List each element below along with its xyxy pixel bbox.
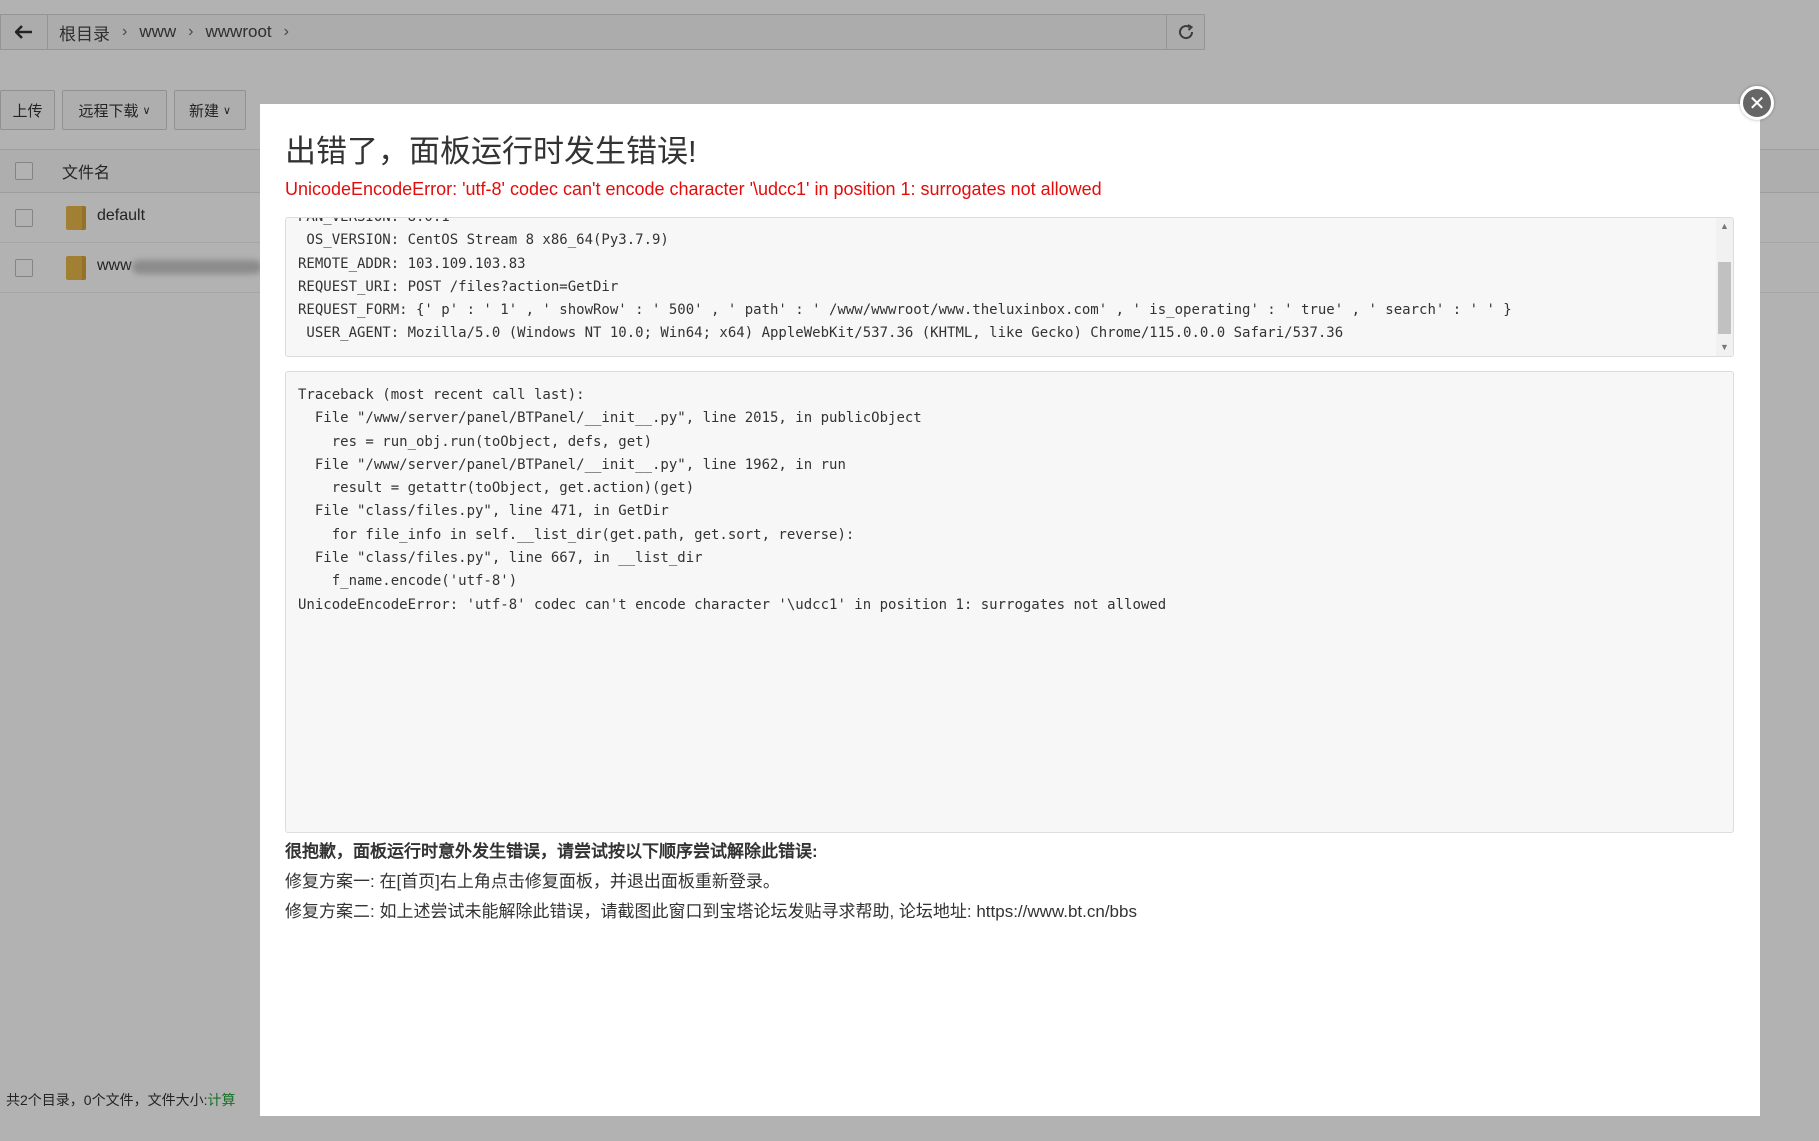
- close-dialog-button[interactable]: ✕: [1740, 86, 1774, 120]
- scroll-down-arrow-icon[interactable]: ▼: [1716, 339, 1733, 356]
- trace-line: File "class/files.py", line 471, in GetD…: [298, 503, 669, 520]
- trace-line: f_name.encode('utf-8'): [298, 573, 518, 590]
- info-line: REMOTE_ADDR: 103.109.103.83: [298, 255, 526, 272]
- fix-option-2: 修复方案二: 如上述尝试未能解除此错误，请截图此窗口到宝塔论坛发贴寻求帮助, 论…: [285, 902, 1137, 921]
- scroll-thumb[interactable]: [1718, 262, 1731, 334]
- dialog-title: 出错了，面板运行时发生错误!: [285, 134, 697, 169]
- trace-line: res = run_obj.run(toObject, defs, get): [298, 433, 653, 450]
- traceback-box[interactable]: Traceback (most recent call last): File …: [285, 371, 1734, 833]
- request-info-box[interactable]: PAN_VERSION: 8.0.1 OS_VERSION: CentOS St…: [285, 217, 1734, 357]
- info-line: PAN_VERSION: 8.0.1: [298, 217, 450, 225]
- info-line: REQUEST_URI: POST /files?action=GetDir: [298, 278, 619, 295]
- info-line: REQUEST_FORM: {' p' : ' 1' , ' showRow' …: [298, 302, 1512, 319]
- trace-line: for file_info in self.__list_dir(get.pat…: [298, 526, 855, 543]
- fix-option-1: 修复方案一: 在[首页]右上角点击修复面板，并退出面板重新登录。: [285, 872, 780, 891]
- error-dialog: 出错了，面板运行时发生错误! UnicodeEncodeError: 'utf-…: [260, 104, 1760, 1116]
- trace-line: File "/www/server/panel/BTPanel/__init__…: [298, 410, 922, 427]
- help-heading: 很抱歉，面板运行时意外发生错误，请尝试按以下顺序尝试解除此错误:: [285, 842, 818, 861]
- info-scrollbar[interactable]: ▲ ▼: [1716, 218, 1733, 356]
- trace-line: File "/www/server/panel/BTPanel/__init__…: [298, 456, 846, 473]
- error-message: UnicodeEncodeError: 'utf-8' codec can't …: [285, 179, 1102, 199]
- trace-line: UnicodeEncodeError: 'utf-8' codec can't …: [298, 596, 1167, 613]
- help-section: 很抱歉，面板运行时意外发生错误，请尝试按以下顺序尝试解除此错误: 修复方案一: …: [285, 837, 1137, 927]
- trace-line: Traceback (most recent call last):: [298, 387, 585, 403]
- close-icon: ✕: [1748, 92, 1766, 115]
- traceback-text: Traceback (most recent call last): File …: [298, 384, 1166, 617]
- info-line: OS_VERSION: CentOS Stream 8 x86_64(Py3.7…: [298, 232, 669, 249]
- info-line: USER_AGENT: Mozilla/5.0 (Windows NT 10.0…: [298, 325, 1344, 342]
- scroll-up-arrow-icon[interactable]: ▲: [1716, 218, 1733, 235]
- trace-line: File "class/files.py", line 667, in __li…: [298, 550, 703, 567]
- request-info-text: PAN_VERSION: 8.0.1 OS_VERSION: CentOS St…: [298, 217, 1512, 346]
- trace-line: result = getattr(toObject, get.action)(g…: [298, 480, 695, 497]
